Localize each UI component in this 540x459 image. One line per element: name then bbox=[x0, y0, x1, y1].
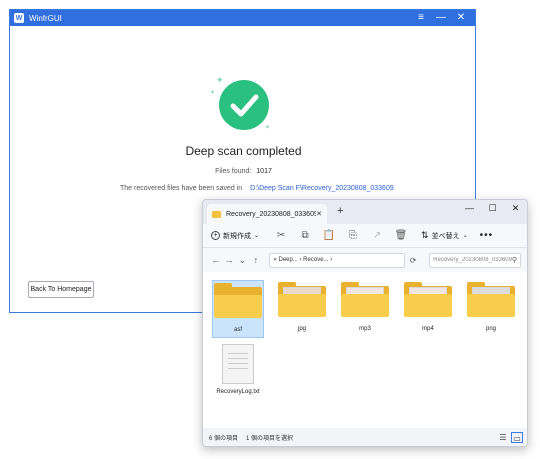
folder-icon bbox=[404, 282, 452, 318]
tab-close-icon[interactable]: ✕ bbox=[316, 210, 322, 218]
folder-icon bbox=[278, 282, 326, 318]
view-toggle: ☰ ▭ bbox=[495, 431, 523, 443]
new-button[interactable]: + 新規作成 ⌄ bbox=[211, 231, 259, 241]
item-label: mp3 bbox=[359, 326, 371, 332]
item-label: RecoveryLog.txt bbox=[216, 389, 260, 395]
menu-button[interactable]: ≡ bbox=[411, 10, 431, 26]
rename-icon[interactable]: ⎘ bbox=[341, 230, 365, 241]
forward-arrow-icon[interactable]: → bbox=[222, 255, 235, 265]
files-found-value: 1017 bbox=[256, 168, 272, 175]
folder-icon bbox=[212, 210, 221, 218]
close-button[interactable]: ✕ bbox=[451, 10, 471, 26]
back-to-homepage-button[interactable]: Back To Homepage bbox=[28, 281, 94, 298]
item-count: 6 個の項目 bbox=[209, 435, 239, 442]
folder-item-asf[interactable]: asf bbox=[212, 280, 264, 338]
folder-item-mp3[interactable]: mp3 bbox=[339, 280, 391, 332]
large-icons-view-icon[interactable]: ▭ bbox=[511, 431, 523, 443]
saved-path-link[interactable]: D:\Deep Scan F\Recovery_20230808_033609 bbox=[250, 185, 394, 192]
folder-item-png[interactable]: png bbox=[465, 280, 517, 332]
paste-icon[interactable]: 📋 bbox=[317, 230, 341, 241]
address-bar[interactable]: « Deep... › Recove... › bbox=[268, 252, 406, 268]
selected-count: 1 個の項目を選択 bbox=[246, 435, 294, 442]
back-arrow-icon[interactable]: ← bbox=[209, 255, 222, 265]
minimize-button[interactable]: — bbox=[458, 200, 481, 216]
close-button[interactable]: ✕ bbox=[504, 200, 527, 216]
new-button-label: 新規作成 bbox=[223, 232, 251, 240]
breadcrumb: « Deep... › Recove... › bbox=[273, 257, 333, 263]
item-label: mp4 bbox=[422, 326, 434, 332]
sort-icon: ⇅ bbox=[421, 230, 429, 240]
item-label: png bbox=[485, 326, 496, 332]
file-item-recoverylog[interactable]: RecoveryLog.txt bbox=[212, 342, 264, 395]
success-check-icon bbox=[219, 80, 269, 130]
file-list: asf jpg mp3 mp4 png RecoveryLog.txt bbox=[203, 272, 527, 430]
explorer-tabbar: Recovery_20230808_033609 ✕ + — ☐ ✕ bbox=[203, 200, 527, 224]
folder-item-jpg[interactable]: jpg bbox=[276, 280, 328, 332]
window-controls: — ☐ ✕ bbox=[458, 200, 527, 216]
saved-label: The recovered files have been saved in bbox=[120, 185, 243, 192]
new-tab-button[interactable]: + bbox=[337, 205, 343, 217]
folder-icon bbox=[214, 283, 262, 319]
explorer-tab[interactable]: Recovery_20230808_033609 ✕ bbox=[207, 204, 327, 224]
sparkle-icon: ✦ bbox=[210, 90, 216, 96]
command-bar: + 新規作成 ⌄ ✂ ⧉ 📋 ⎘ ↗ 🗑 ⇅ 並べ替え ⌄ ••• bbox=[203, 224, 527, 248]
folder-item-mp4[interactable]: mp4 bbox=[402, 280, 454, 332]
copy-icon[interactable]: ⧉ bbox=[293, 230, 317, 241]
folder-icon bbox=[467, 282, 515, 318]
scan-completed-heading: Deep scan completed bbox=[185, 144, 302, 158]
main-titlebar: W WinfrGUI ≡ — ✕ bbox=[10, 10, 475, 26]
files-found-text: Files found: 1017 bbox=[10, 168, 477, 175]
up-arrow-icon[interactable]: ↑ bbox=[249, 255, 262, 265]
details-view-icon[interactable]: ☰ bbox=[497, 432, 509, 443]
chevron-down-icon: ⌄ bbox=[462, 233, 468, 239]
saved-location-text: The recovered files have been saved in D… bbox=[120, 185, 394, 192]
folder-icon bbox=[341, 282, 389, 318]
sort-label: 並べ替え bbox=[431, 232, 460, 240]
app-title: WinfrGUI bbox=[29, 13, 62, 23]
chevron-down-icon: ⌄ bbox=[254, 233, 260, 239]
address-bar-row: ← → ⌄ ↑ « Deep... › Recove... › ⟳ Recove… bbox=[203, 248, 527, 272]
text-file-icon bbox=[222, 344, 254, 384]
cut-icon[interactable]: ✂ bbox=[269, 230, 293, 241]
search-icon: ⚲ bbox=[511, 257, 517, 264]
plus-icon: + bbox=[211, 231, 220, 240]
item-label: jpg bbox=[297, 326, 306, 332]
search-placeholder: Recovery_20230808_033609... bbox=[433, 257, 512, 263]
item-label: asf bbox=[233, 327, 242, 333]
sort-button[interactable]: ⇅ 並べ替え ⌄ bbox=[421, 230, 468, 241]
share-icon[interactable]: ↗ bbox=[365, 230, 389, 241]
delete-icon[interactable]: 🗑 bbox=[389, 230, 413, 241]
status-bar: 6 個の項目 1 個の項目を選択 ☰ ▭ bbox=[203, 428, 527, 446]
files-found-label: Files found: bbox=[215, 168, 252, 175]
refresh-icon[interactable]: ⟳ bbox=[405, 256, 421, 265]
search-input[interactable]: Recovery_20230808_033609... ⚲ bbox=[429, 252, 521, 268]
more-options-button[interactable]: ••• bbox=[480, 230, 494, 241]
tab-label: Recovery_20230808_033609 bbox=[226, 210, 317, 218]
chevron-down-icon[interactable]: ⌄ bbox=[236, 255, 249, 266]
maximize-button[interactable]: ☐ bbox=[481, 200, 504, 216]
minimize-button[interactable]: — bbox=[431, 10, 451, 26]
app-logo-icon: W bbox=[14, 13, 24, 23]
file-explorer-window: Recovery_20230808_033609 ✕ + — ☐ ✕ + 新規作… bbox=[202, 199, 528, 447]
